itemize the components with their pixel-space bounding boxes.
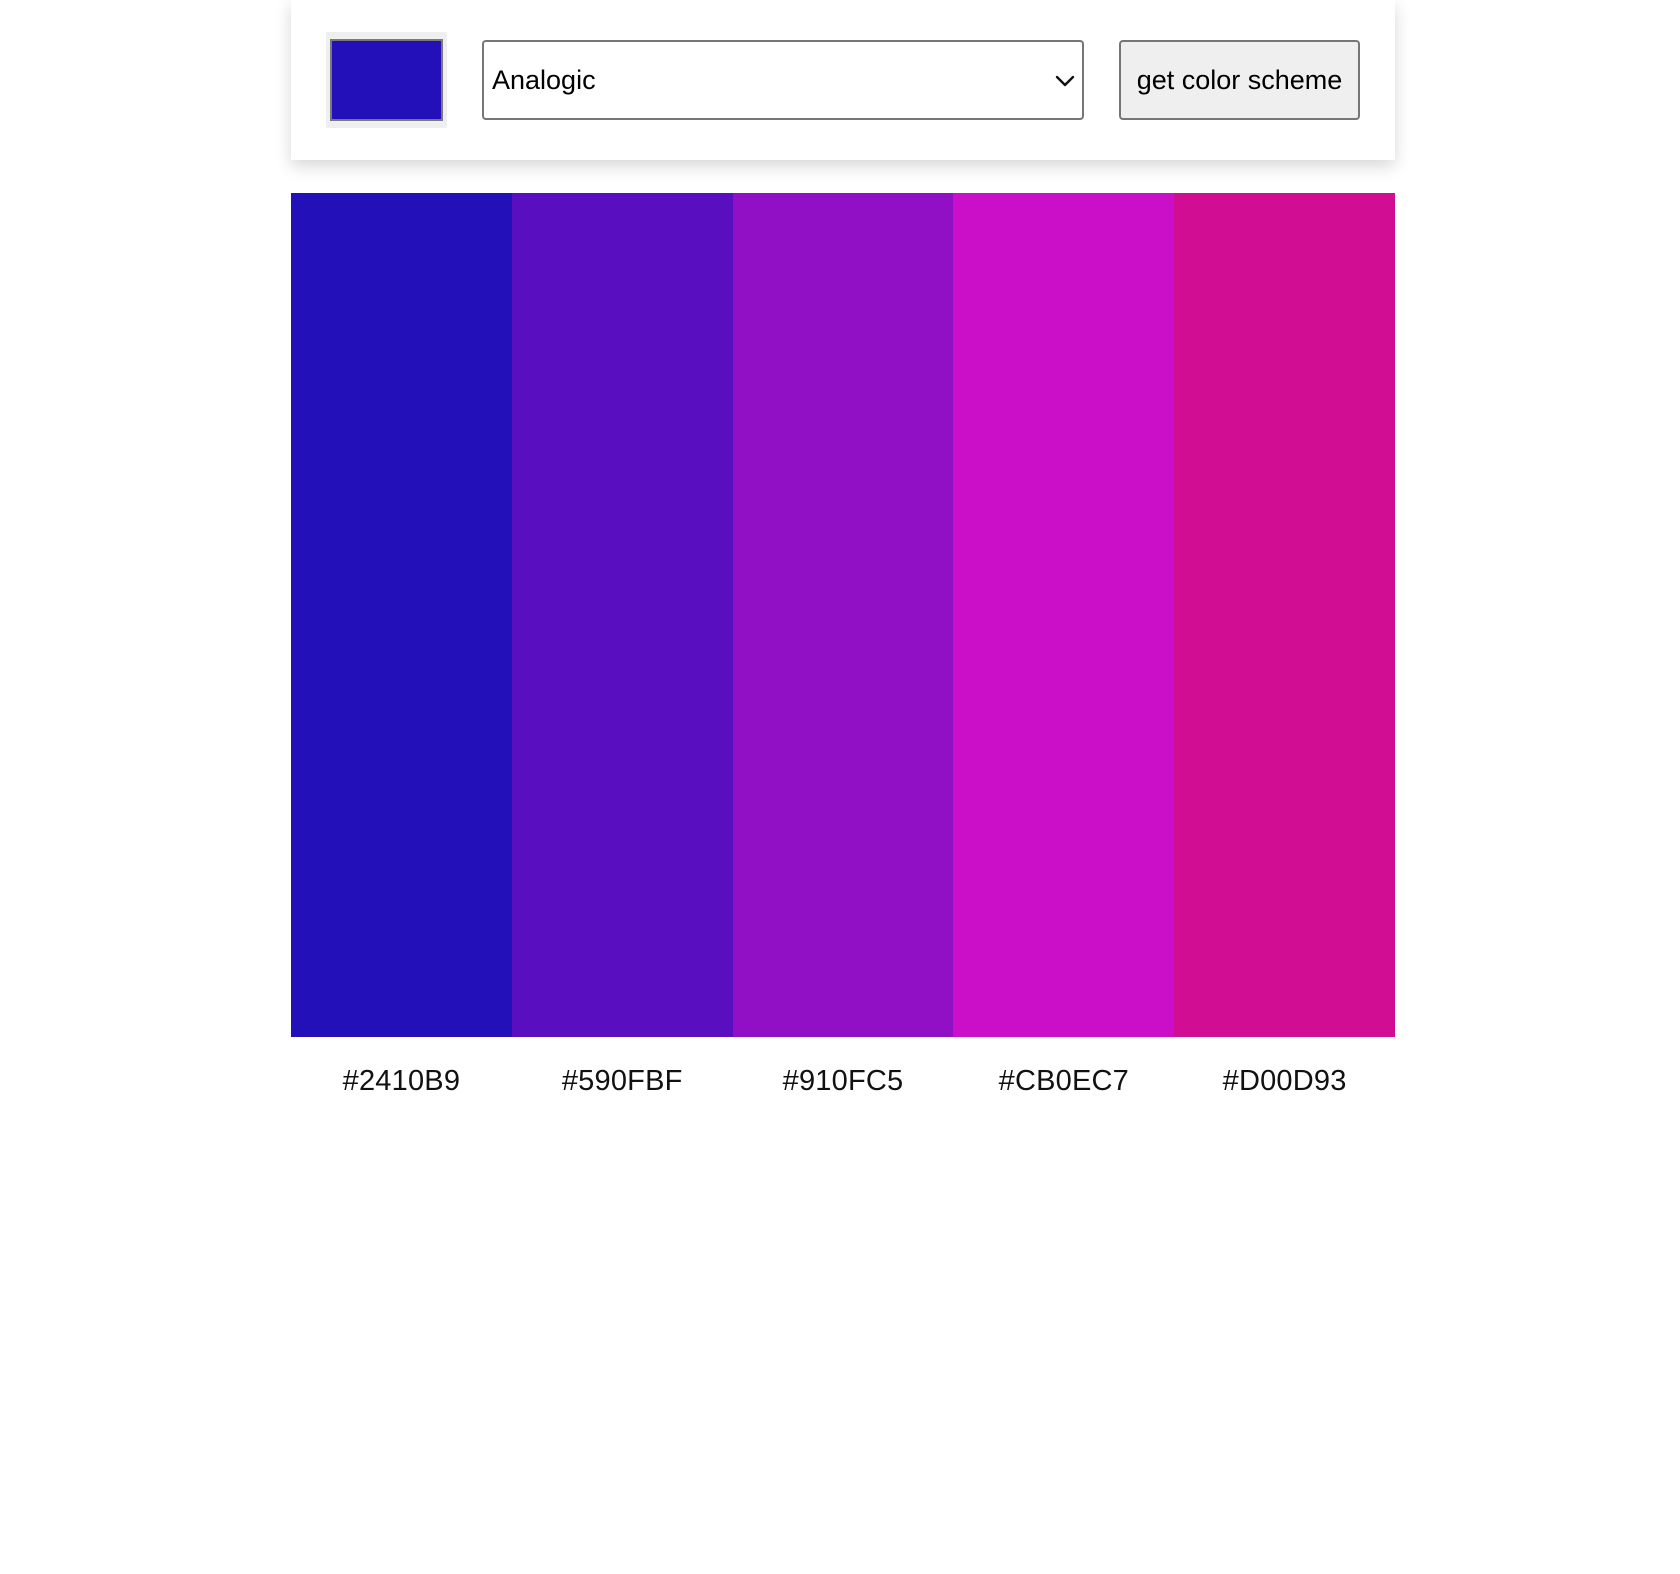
- scheme-mode-value: Analogic: [492, 64, 596, 95]
- chevron-down-icon: [1055, 75, 1075, 87]
- color-scheme-app: Analogic get color scheme #2410B9 #590FB…: [291, 0, 1395, 1097]
- palette-swatch[interactable]: [1174, 193, 1395, 1037]
- palette-hex-label[interactable]: #2410B9: [343, 1065, 461, 1098]
- palette-color-4: #CB0EC7: [953, 193, 1175, 1098]
- palette-swatch[interactable]: [511, 193, 733, 1037]
- palette-color-2: #590FBF: [511, 193, 733, 1098]
- seed-color-swatch: [330, 39, 443, 121]
- palette-hex-label[interactable]: #CB0EC7: [999, 1065, 1129, 1098]
- palette-swatch[interactable]: [291, 193, 512, 1037]
- palette-color-5: #D00D93: [1174, 193, 1395, 1098]
- palette-color-1: #2410B9: [291, 193, 512, 1098]
- palette-hex-label[interactable]: #D00D93: [1223, 1065, 1347, 1098]
- get-color-scheme-button[interactable]: get color scheme: [1119, 40, 1360, 120]
- palette-swatch[interactable]: [732, 193, 954, 1037]
- color-palette: #2410B9 #590FBF #910FC5 #CB0EC7 #D00D93: [291, 193, 1395, 1098]
- palette-hex-label[interactable]: #910FC5: [783, 1065, 904, 1098]
- scheme-mode-select[interactable]: Analogic: [482, 40, 1084, 120]
- palette-swatch[interactable]: [953, 193, 1175, 1037]
- seed-color-picker[interactable]: [326, 32, 447, 128]
- palette-color-3: #910FC5: [732, 193, 954, 1098]
- controls-bar: Analogic get color scheme: [291, 0, 1395, 160]
- palette-hex-label[interactable]: #590FBF: [562, 1065, 683, 1098]
